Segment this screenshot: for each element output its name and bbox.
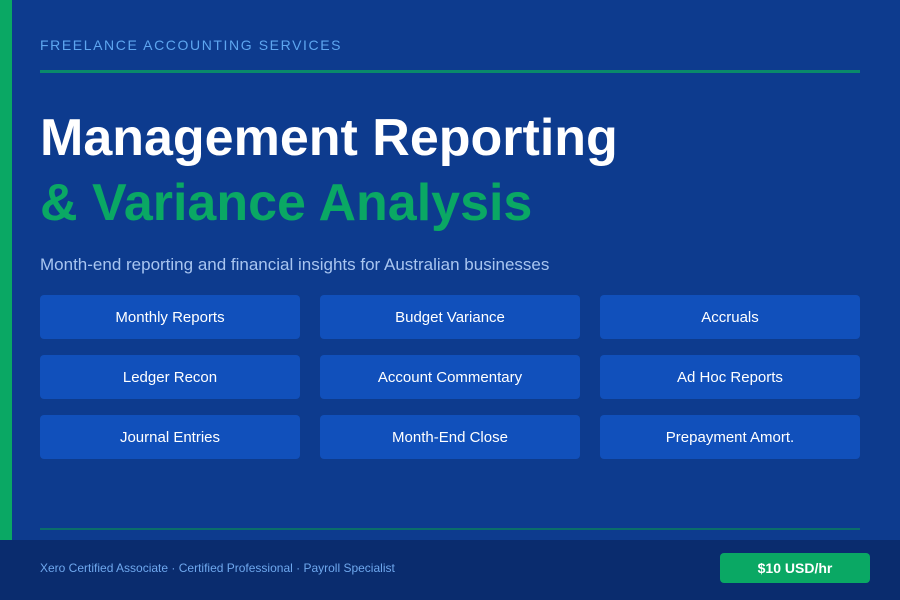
- service-tile-account-commentary: Account Commentary: [320, 355, 580, 399]
- eyebrow-label: FREELANCE ACCOUNTING SERVICES: [40, 37, 343, 53]
- title-line-2: & Variance Analysis: [40, 174, 533, 232]
- service-tile-prepayment-amort: Prepayment Amort.: [600, 415, 860, 459]
- accent-bar: [0, 0, 12, 540]
- service-tile-monthly-reports: Monthly Reports: [40, 295, 300, 339]
- credentials-text: Xero Certified Associate · Certified Pro…: [40, 561, 395, 575]
- page: FREELANCE ACCOUNTING SERVICES Management…: [0, 0, 900, 600]
- service-tile-journal-entries: Journal Entries: [40, 415, 300, 459]
- service-tile-ledger-recon: Ledger Recon: [40, 355, 300, 399]
- service-tile-month-end-close: Month-End Close: [320, 415, 580, 459]
- top-divider: [40, 70, 860, 73]
- service-tile-ad-hoc-reports: Ad Hoc Reports: [600, 355, 860, 399]
- subtitle: Month-end reporting and financial insigh…: [40, 255, 550, 274]
- footer-bar: Xero Certified Associate · Certified Pro…: [0, 540, 900, 600]
- hourly-rate-badge: $10 USD/hr: [720, 553, 870, 583]
- bottom-divider: [40, 528, 860, 530]
- service-tile-accruals: Accruals: [600, 295, 860, 339]
- services-grid: Monthly Reports Budget Variance Accruals…: [40, 295, 860, 459]
- service-tile-budget-variance: Budget Variance: [320, 295, 580, 339]
- title-line-1: Management Reporting: [40, 109, 618, 167]
